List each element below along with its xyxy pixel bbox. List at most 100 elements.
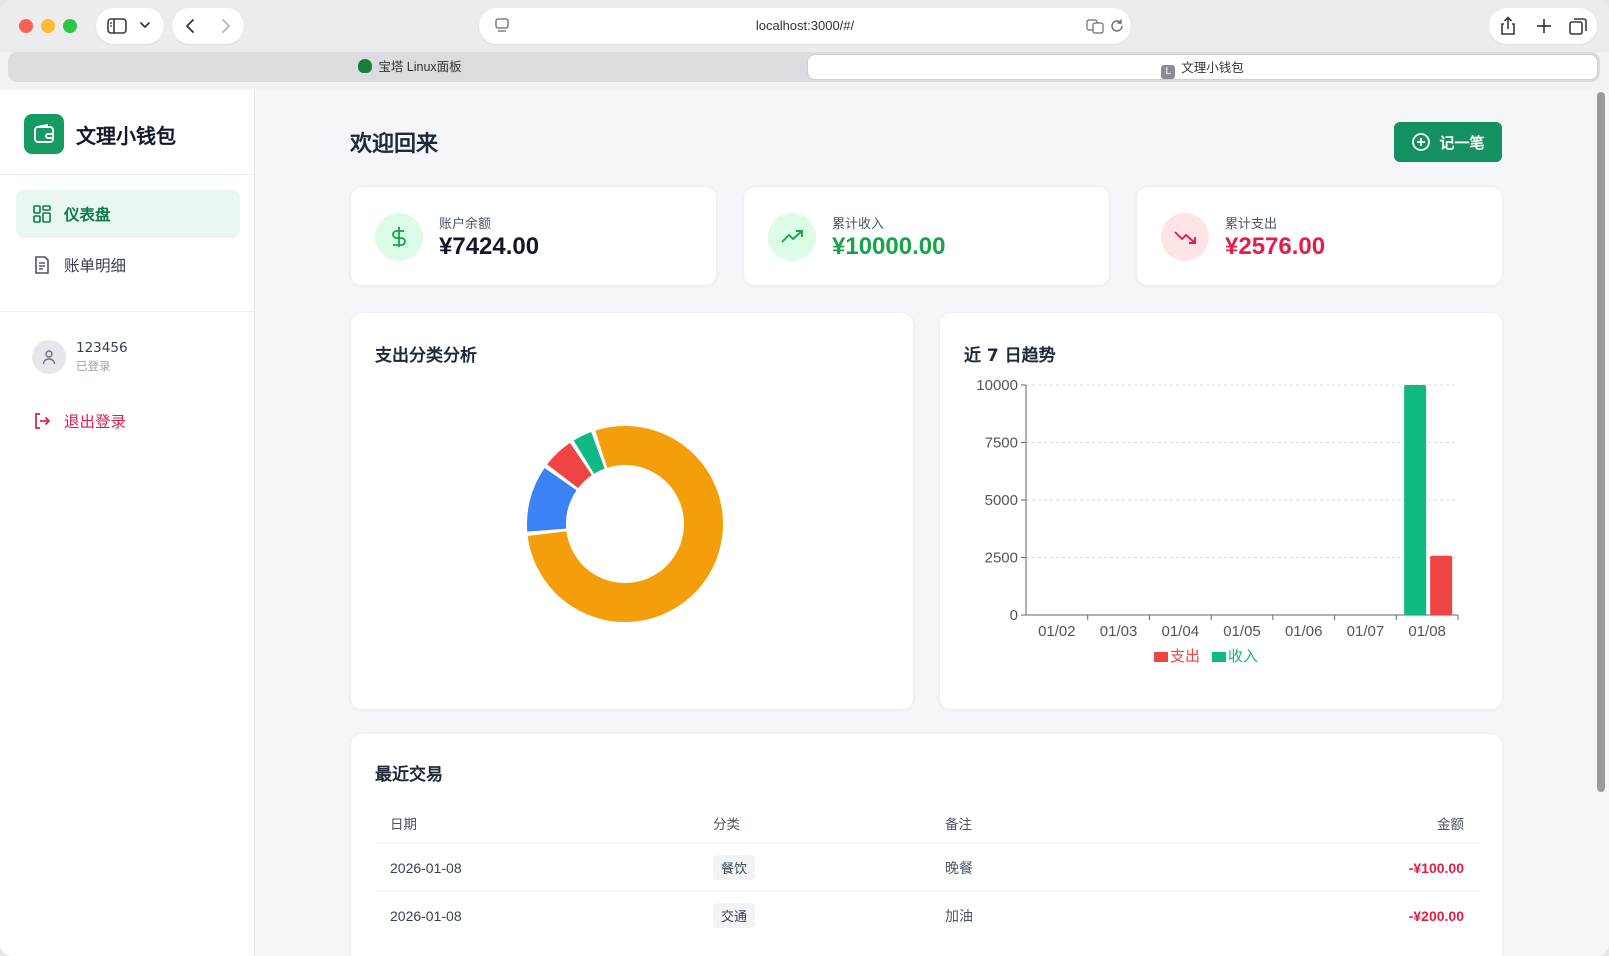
divider <box>0 311 255 312</box>
column-header-amount: 金额 <box>1437 817 1464 833</box>
app-name: 文理小钱包 <box>76 123 176 148</box>
panel-title: 最近交易 <box>375 765 443 785</box>
sidebar-toggle-group <box>96 8 164 44</box>
expense-card: 累计支出 ¥2576.00 <box>1136 186 1503 286</box>
stat-label: 累计收入 <box>832 217 885 232</box>
browser-window: localhost:3000/#/ 宝塔 Linux面板 L 文理小钱包 文理小… <box>0 0 1609 956</box>
income-card: 累计收入 ¥10000.00 <box>743 186 1110 286</box>
category-chip: 交通 <box>713 903 756 928</box>
sidebar-item-bills[interactable]: 账单明细 <box>16 241 240 289</box>
sidebar-item-dashboard[interactable]: 仪表盘 <box>16 190 240 238</box>
sidebar: 文理小钱包 仪表盘 账单明细 123456 已登录 退出登录 <box>0 90 255 956</box>
dollar-icon <box>375 213 423 261</box>
trending-down-icon <box>1161 213 1209 261</box>
dashboard-icon <box>32 204 52 224</box>
stat-label: 账户余额 <box>439 217 492 232</box>
recent-transactions-card: 最近交易 日期 分类 备注 金额 2026-01-08 餐饮 晚餐 -¥100.… <box>350 733 1503 956</box>
brand[interactable]: 文理小钱包 <box>24 114 176 154</box>
tab-label: 宝塔 Linux面板 <box>378 60 462 74</box>
x-tick-label: 01/02 <box>1038 623 1076 640</box>
x-tick-label: 01/05 <box>1223 623 1261 640</box>
table-header: 日期 分类 备注 金额 <box>375 799 1480 847</box>
browser-toolbar: localhost:3000/#/ <box>0 0 1609 52</box>
letter-favicon-icon: L <box>1161 65 1176 79</box>
new-tab-icon[interactable] <box>1535 17 1553 39</box>
back-icon[interactable] <box>182 17 200 39</box>
close-window-button[interactable] <box>19 19 33 33</box>
page-viewport: 文理小钱包 仪表盘 账单明细 123456 已登录 退出登录 欢迎回来 记一笔 … <box>0 90 1609 956</box>
donut-chart <box>527 426 723 622</box>
x-tick-label: 01/07 <box>1347 623 1385 640</box>
table-row[interactable]: 2026-01-08 餐饮 晚餐 -¥100.00 <box>375 843 1480 891</box>
legend-label[interactable]: 收入 <box>1228 647 1258 665</box>
sidebar-item-label: 账单明细 <box>64 257 127 275</box>
x-tick-label: 01/03 <box>1100 623 1138 640</box>
column-header-category: 分类 <box>713 817 740 833</box>
user-name: 123456 <box>76 340 128 356</box>
stat-value: ¥10000.00 <box>832 233 946 260</box>
legend-swatch <box>1154 652 1168 662</box>
tab-baota[interactable]: 宝塔 Linux面板 <box>10 54 810 80</box>
address-bar[interactable]: localhost:3000/#/ <box>479 8 1131 44</box>
table-row[interactable]: 2026-01-08 交通 加油 -¥200.00 <box>375 891 1480 939</box>
y-tick-label: 5000 <box>985 492 1018 509</box>
x-tick-label: 01/08 <box>1408 623 1446 640</box>
user-status: 已登录 <box>76 359 111 373</box>
add-record-button[interactable]: 记一笔 <box>1394 122 1502 162</box>
cell-date: 2026-01-08 <box>390 907 462 924</box>
balance-card: 账户余额 ¥7424.00 <box>350 186 717 286</box>
x-tick-label: 01/04 <box>1162 623 1200 640</box>
main-content: 欢迎回来 记一笔 账户余额 ¥7424.00 累计收入 ¥10000.00 累计… <box>256 90 1597 956</box>
legend-label[interactable]: 支出 <box>1170 647 1200 665</box>
x-tick-label: 01/06 <box>1285 623 1323 640</box>
url-text: localhost:3000/#/ <box>755 18 855 33</box>
wallet-icon <box>24 114 64 154</box>
reload-icon[interactable] <box>1109 18 1125 38</box>
tab-wallet[interactable]: L 文理小钱包 <box>807 54 1598 80</box>
history-nav-group <box>172 8 244 44</box>
logout-label: 退出登录 <box>64 413 127 431</box>
minimize-window-button[interactable] <box>41 19 55 33</box>
window-actions-group <box>1489 8 1597 44</box>
tab-overview-icon[interactable] <box>1569 17 1588 40</box>
trend-card: 近 7 日趋势 0 2500 5000 7500 10000 01/02 01/03 01/0… <box>939 312 1503 710</box>
bar-支出-01/08[interactable] <box>1430 555 1453 615</box>
cell-note: 加油 <box>945 908 973 925</box>
chevron-down-icon[interactable] <box>138 18 152 36</box>
expense-category-card: 支出分类分析 <box>350 312 914 710</box>
cell-amount: -¥200.00 <box>1408 907 1464 924</box>
logout-icon <box>32 411 52 431</box>
stat-label: 累计支出 <box>1225 217 1278 232</box>
y-tick-label: 0 <box>1010 607 1018 624</box>
zoom-window-button[interactable] <box>63 19 77 33</box>
sidebar-toggle-icon[interactable] <box>107 17 127 39</box>
page-scrollbar[interactable] <box>1597 92 1605 792</box>
stat-value: ¥7424.00 <box>439 233 540 260</box>
column-header-note: 备注 <box>945 817 972 833</box>
page-title: 欢迎回来 <box>350 132 439 157</box>
forward-icon[interactable] <box>216 17 234 39</box>
user-icon <box>32 340 66 374</box>
bar-收入-01/08[interactable] <box>1404 385 1427 615</box>
user-profile: 123456 已登录 <box>32 340 128 374</box>
cell-date: 2026-01-08 <box>390 859 462 876</box>
legend-swatch <box>1212 652 1226 662</box>
receipt-icon <box>32 255 52 275</box>
add-record-label: 记一笔 <box>1439 133 1485 152</box>
category-chip: 餐饮 <box>713 855 756 880</box>
baota-favicon-icon <box>358 59 373 73</box>
tab-label: 文理小钱包 <box>1181 61 1244 75</box>
plus-circle-icon <box>1411 132 1431 152</box>
y-tick-label: 2500 <box>985 550 1018 567</box>
y-tick-label: 10000 <box>976 377 1018 394</box>
trending-up-icon <box>768 213 816 261</box>
cell-amount: -¥100.00 <box>1408 859 1464 876</box>
bar-chart: 0 2500 5000 7500 10000 01/02 01/03 01/04 01/05 01… <box>976 377 1459 665</box>
translate-icon[interactable] <box>1086 18 1104 38</box>
cell-note: 晚餐 <box>945 860 973 877</box>
logout-button[interactable]: 退出登录 <box>32 410 126 432</box>
share-icon[interactable] <box>1499 16 1517 40</box>
stat-value: ¥2576.00 <box>1225 233 1326 260</box>
divider <box>0 174 255 175</box>
column-header-date: 日期 <box>390 817 417 833</box>
